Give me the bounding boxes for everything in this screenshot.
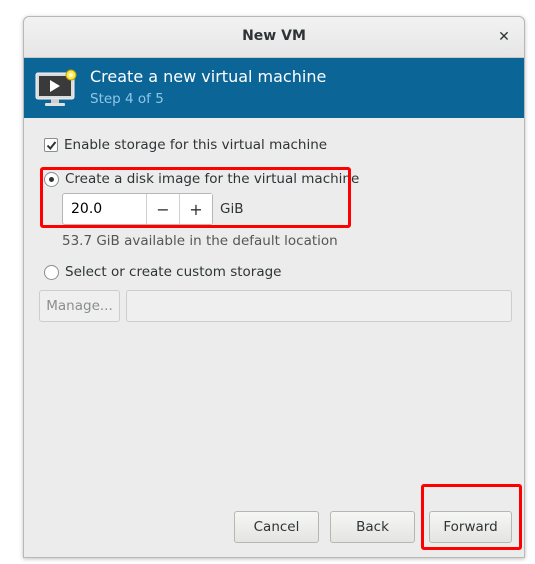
disk-size-unit: GiB [220,201,244,217]
custom-storage-label: Select or create custom storage [65,264,282,280]
wizard-banner: Create a new virtual machine Step 4 of 5 [24,58,524,118]
cancel-label: Cancel [253,519,300,535]
disk-image-label: Create a disk image for the virtual mach… [65,171,360,187]
cancel-button[interactable]: Cancel [234,511,319,543]
custom-storage-path-field[interactable] [126,290,512,322]
forward-button[interactable]: Forward [429,511,512,543]
radio-selected-icon [44,171,59,187]
available-space-text: 53.7 GiB available in the default locati… [62,233,338,249]
new-vm-dialog: New VM ✕ Create a new virtual machine St… [23,16,525,558]
back-label: Back [356,519,389,535]
decrement-button[interactable]: − [146,194,179,224]
increment-button[interactable]: + [179,194,212,224]
manage-label: Manage... [46,298,113,314]
disk-size-spinbutton[interactable]: 20.0 − + [62,193,213,225]
plus-icon: + [189,199,203,219]
disk-image-radio[interactable]: Create a disk image for the virtual mach… [44,171,359,187]
wizard-step: Step 4 of 5 [90,91,164,107]
title-bar[interactable]: New VM ✕ [24,17,524,58]
manage-button[interactable]: Manage... [39,290,120,322]
enable-storage-label: Enable storage for this virtual machine [64,137,328,153]
enable-storage-checkbox[interactable]: Enable storage for this virtual machine [44,137,327,153]
wizard-title: Create a new virtual machine [90,67,327,86]
checkbox-checked-icon [44,138,58,152]
forward-label: Forward [443,519,498,535]
close-icon[interactable]: ✕ [494,27,514,47]
radio-unselected-icon [44,264,59,280]
disk-size-input[interactable]: 20.0 [63,194,146,224]
back-button[interactable]: Back [330,511,415,543]
window-title: New VM [242,28,306,44]
custom-storage-radio[interactable]: Select or create custom storage [44,264,281,280]
minus-icon: − [156,199,170,219]
vm-monitor-icon [35,69,77,106]
